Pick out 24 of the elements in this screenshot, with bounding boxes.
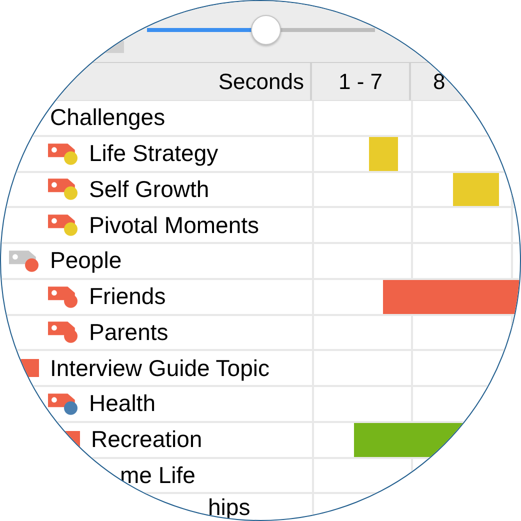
tag-icon: [48, 142, 78, 166]
column-header: 8: [433, 68, 446, 94]
row-label: Health: [89, 390, 156, 418]
row-label: Life Strategy: [89, 140, 218, 168]
row-label: hips: [208, 494, 250, 520]
slider-thumb[interactable]: [250, 15, 281, 45]
row-label: me Life: [120, 462, 196, 489]
row-label: Pivotal Moments: [89, 212, 260, 239]
row-label: Parents: [89, 318, 168, 346]
row-label: Challenges: [50, 104, 166, 132]
row-label: Friends: [89, 283, 166, 310]
tag-icon: [48, 213, 78, 238]
tag-icon: [48, 284, 78, 309]
tag-icon: [48, 392, 78, 416]
row-label: Interview Guide Topic: [50, 354, 270, 382]
tag-icon: [48, 320, 78, 344]
slider[interactable]: [147, 15, 375, 45]
row-label: Self Growth: [89, 176, 210, 203]
column-header: 1 - 7: [338, 68, 383, 94]
row-label: People: [50, 247, 122, 274]
row-label: Recreation: [91, 426, 202, 454]
tag-icon: [9, 248, 39, 273]
tag-icon: [48, 177, 78, 202]
column-header: Seconds: [218, 68, 304, 94]
